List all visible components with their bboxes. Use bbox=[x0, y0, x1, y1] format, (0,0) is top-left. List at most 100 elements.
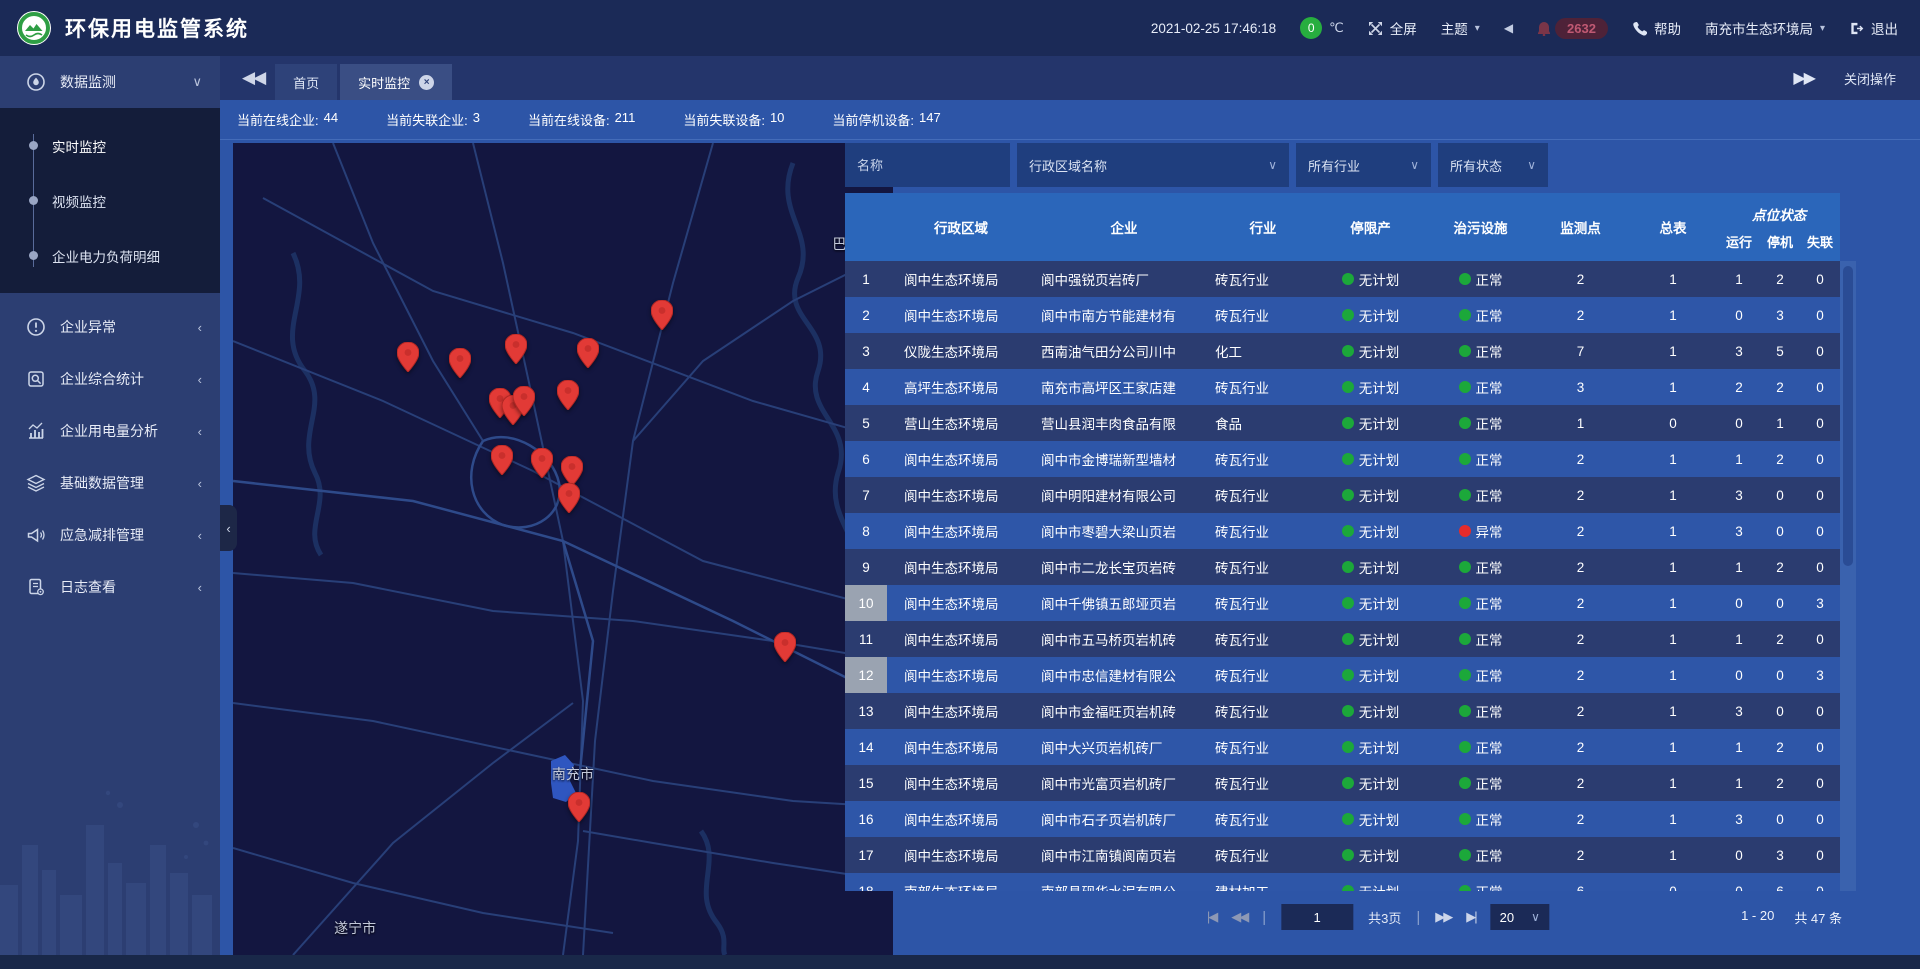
table-row[interactable]: 8阆中生态环境局阆中市枣碧大梁山页岩砖瓦行业无计划异常21300 bbox=[845, 513, 1840, 549]
close-icon[interactable]: × bbox=[419, 75, 434, 90]
map-pin[interactable] bbox=[491, 445, 513, 475]
tab-bar-right: ▶▶ 关闭操作 bbox=[1793, 68, 1906, 88]
table-row[interactable]: 5营山生态环境局营山县润丰肉食品有限食品无计划正常10010 bbox=[845, 405, 1840, 441]
row-index: 14 bbox=[845, 729, 887, 765]
table-row[interactable]: 17阆中生态环境局阆中市江南镇阆南页岩砖瓦行业无计划正常21030 bbox=[845, 837, 1840, 873]
table-row[interactable]: 15阆中生态环境局阆中市光富页岩机砖厂砖瓦行业无计划正常21120 bbox=[845, 765, 1840, 801]
table-row[interactable]: 13阆中生态环境局阆中市金福旺页岩机砖砖瓦行业无计划正常21300 bbox=[845, 693, 1840, 729]
table-row[interactable]: 2阆中生态环境局阆中市南方节能建材有砖瓦行业无计划正常21030 bbox=[845, 297, 1840, 333]
map-panel[interactable]: 巴中市南充市遂宁市 bbox=[233, 143, 893, 955]
map-pin[interactable] bbox=[774, 632, 796, 662]
cell-run-count: 0 bbox=[1718, 405, 1760, 441]
table-row[interactable]: 3仪陇生态环境局西南油气田分公司川中化工无计划正常71350 bbox=[845, 333, 1840, 369]
table-row[interactable]: 14阆中生态环境局阆中大兴页岩机砖厂砖瓦行业无计划正常21120 bbox=[845, 729, 1840, 765]
row-index: 4 bbox=[845, 369, 887, 405]
sidebar-item-realtime-monitoring[interactable]: 实时监控 bbox=[0, 118, 220, 173]
fullscreen-button[interactable]: 全屏 bbox=[1368, 18, 1417, 38]
sidebar-item-data-monitoring[interactable]: 数据监测 ∨ bbox=[0, 56, 220, 108]
status-dot-green bbox=[1342, 741, 1354, 753]
cell-lost-count: 0 bbox=[1800, 369, 1840, 405]
sidebar-item-base-data[interactable]: 基础数据管理 ‹ bbox=[0, 457, 220, 509]
map-pin[interactable] bbox=[568, 792, 590, 822]
map-pin[interactable] bbox=[577, 338, 599, 368]
cell-stop-count: 2 bbox=[1760, 729, 1800, 765]
theme-dropdown[interactable]: 主题 ▾ bbox=[1441, 18, 1480, 38]
sidebar-item-enterprise-statistics[interactable]: 企业综合统计 ‹ bbox=[0, 353, 220, 405]
tab-realtime-monitoring[interactable]: 实时监控 × bbox=[340, 64, 452, 100]
cell-region: 阆中生态环境局 bbox=[887, 837, 1035, 873]
tab-home[interactable]: 首页 bbox=[275, 64, 337, 100]
table-row[interactable]: 11阆中生态环境局阆中市五马桥页岩机砖砖瓦行业无计划正常21120 bbox=[845, 621, 1840, 657]
first-page-icon[interactable]: |◀ bbox=[1207, 909, 1216, 925]
user-org-dropdown[interactable]: 南充市生态环境局 ▾ bbox=[1705, 18, 1825, 38]
logout-button[interactable]: 退出 bbox=[1849, 18, 1898, 38]
temperature-display: 0 ℃ bbox=[1300, 17, 1344, 39]
map-pin[interactable] bbox=[651, 300, 673, 330]
tabs-scroll-right-icon[interactable]: ▶▶ bbox=[1793, 68, 1814, 88]
map-pin[interactable] bbox=[558, 483, 580, 513]
sidebar-collapse-handle[interactable]: ‹ bbox=[220, 505, 237, 551]
map-pin[interactable] bbox=[531, 448, 553, 478]
region-select[interactable]: 行政区域名称 ∨ bbox=[1017, 143, 1289, 187]
sidebar-item-power-load-detail[interactable]: 企业电力负荷明细 bbox=[0, 228, 220, 283]
cell-run-count: 1 bbox=[1718, 441, 1760, 477]
sidebar-item-video-monitoring[interactable]: 视频监控 bbox=[0, 173, 220, 228]
pagination-controls: |◀ ◀◀ | 共3页 | ▶▶ ▶| 20 ∨ bbox=[1207, 904, 1549, 930]
table-row[interactable]: 18南部生态环境局南部县砚华水泥有限公建材加工无计划正常60060 bbox=[845, 873, 1840, 891]
table-rows: 1阆中生态环境局阆中强锐页岩砖厂砖瓦行业无计划正常211202阆中生态环境局阆中… bbox=[845, 261, 1840, 891]
name-search-input[interactable] bbox=[845, 143, 1010, 187]
table-row[interactable]: 7阆中生态环境局阆中明阳建材有限公司砖瓦行业无计划正常21300 bbox=[845, 477, 1840, 513]
stat-online-devices: 当前在线设备:211 bbox=[528, 110, 635, 129]
help-button[interactable]: 帮助 bbox=[1632, 18, 1681, 38]
last-page-icon[interactable]: ▶| bbox=[1466, 909, 1475, 925]
sidebar-item-enterprise-abnormal[interactable]: 企业异常 ‹ bbox=[0, 301, 220, 353]
notification-button[interactable]: 2632 bbox=[1537, 18, 1608, 39]
sidebar-item-power-analysis[interactable]: 企业用电量分析 ‹ bbox=[0, 405, 220, 457]
cell-company: 阆中市五马桥页岩机砖 bbox=[1035, 621, 1213, 657]
map-pin[interactable] bbox=[513, 386, 535, 416]
layers-icon bbox=[26, 473, 46, 493]
map-pin[interactable] bbox=[561, 456, 583, 486]
chevron-down-icon: ▾ bbox=[1475, 23, 1480, 34]
cell-region: 阆中生态环境局 bbox=[887, 657, 1035, 693]
cell-stop-status: 无计划 bbox=[1313, 585, 1428, 621]
prev-page-icon[interactable]: ◀◀ bbox=[1231, 909, 1247, 925]
map-pin[interactable] bbox=[449, 348, 471, 378]
table-row[interactable]: 16阆中生态环境局阆中市石子页岩机砖厂砖瓦行业无计划正常21300 bbox=[845, 801, 1840, 837]
cell-facility-status: 正常 bbox=[1428, 765, 1533, 801]
mute-speaker-button[interactable]: ◀ bbox=[1504, 21, 1513, 35]
cell-monitor-count: 2 bbox=[1533, 297, 1628, 333]
map-pin[interactable] bbox=[397, 342, 419, 372]
status-dot-green bbox=[1459, 561, 1471, 573]
map-pin[interactable] bbox=[557, 380, 579, 410]
industry-select[interactable]: 所有行业 ∨ bbox=[1296, 143, 1431, 187]
log-document-icon bbox=[26, 577, 46, 597]
close-operations-button[interactable]: 关闭操作 bbox=[1844, 69, 1896, 88]
next-page-icon[interactable]: ▶▶ bbox=[1435, 909, 1451, 925]
table-row[interactable]: 9阆中生态环境局阆中市二龙长宝页岩砖砖瓦行业无计划正常21120 bbox=[845, 549, 1840, 585]
sidebar-item-emergency-reduction[interactable]: 应急减排管理 ‹ bbox=[0, 509, 220, 561]
tabs-scroll-left-icon[interactable]: ◀◀ bbox=[234, 68, 272, 88]
cell-monitor-count: 2 bbox=[1533, 261, 1628, 297]
status-dot-green bbox=[1342, 453, 1354, 465]
status-dot-green bbox=[1459, 345, 1471, 357]
cell-facility-status: 异常 bbox=[1428, 513, 1533, 549]
cell-stop-count: 3 bbox=[1760, 297, 1800, 333]
cell-industry: 砖瓦行业 bbox=[1213, 729, 1313, 765]
cell-stop-status: 无计划 bbox=[1313, 765, 1428, 801]
map-pin[interactable] bbox=[505, 334, 527, 364]
table-row[interactable]: 1阆中生态环境局阆中强锐页岩砖厂砖瓦行业无计划正常21120 bbox=[845, 261, 1840, 297]
cell-region: 阆中生态环境局 bbox=[887, 801, 1035, 837]
chevron-left-icon: ‹ bbox=[198, 424, 202, 439]
page-number-input[interactable] bbox=[1281, 904, 1353, 930]
table-row[interactable]: 6阆中生态环境局阆中市金博瑞新型墙材砖瓦行业无计划正常21120 bbox=[845, 441, 1840, 477]
enterprise-panel: 行政区域名称 ∨ 所有行业 ∨ 所有状态 ∨ 行政区域 bbox=[845, 143, 1856, 935]
table-scrollbar[interactable] bbox=[1840, 261, 1856, 891]
table-row[interactable]: 4高坪生态环境局南充市高坪区王家店建砖瓦行业无计划正常31220 bbox=[845, 369, 1840, 405]
status-select[interactable]: 所有状态 ∨ bbox=[1438, 143, 1548, 187]
table-row[interactable]: 12阆中生态环境局阆中市忠信建材有限公砖瓦行业无计划正常21003 bbox=[845, 657, 1840, 693]
table-row[interactable]: 10阆中生态环境局阆中千佛镇五郎垭页岩砖瓦行业无计划正常21003 bbox=[845, 585, 1840, 621]
sidebar-item-log-view[interactable]: 日志查看 ‹ bbox=[0, 561, 220, 613]
cell-monitor-count: 2 bbox=[1533, 513, 1628, 549]
page-size-select[interactable]: 20 ∨ bbox=[1491, 904, 1549, 930]
